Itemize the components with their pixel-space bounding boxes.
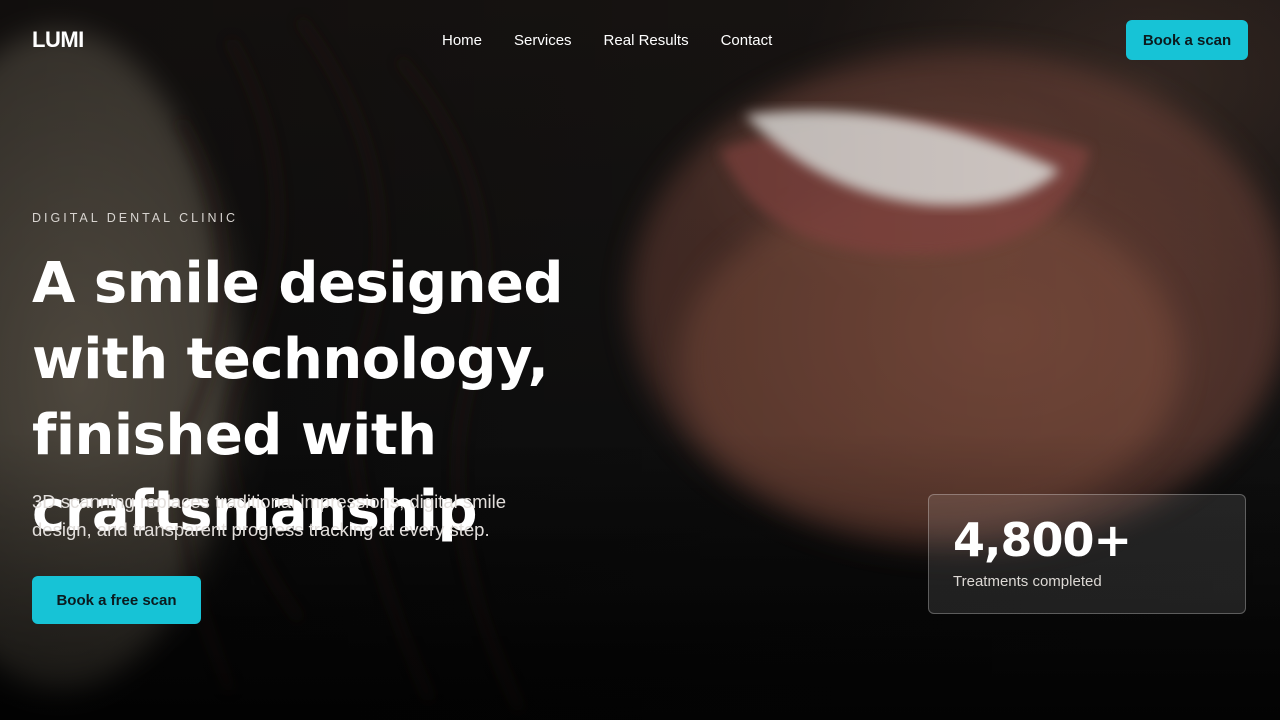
stat-label: Treatments completed — [953, 573, 1102, 590]
nav-link-services[interactable]: Services — [514, 32, 572, 49]
nav-links: Home Services Real Results Contact — [442, 32, 772, 49]
stat-value: 4,800+ — [953, 513, 1132, 567]
hero-subtitle: 3D scanning replaces traditional impress… — [32, 491, 507, 540]
top-navigation: LUMI Home Services Real Results Contact … — [32, 20, 1248, 60]
nav-link-contact[interactable]: Contact — [721, 32, 773, 49]
logo[interactable]: LUMI — [32, 27, 152, 53]
book-free-scan-button[interactable]: Book a free scan — [32, 576, 201, 624]
book-scan-button[interactable]: Book a scan — [1126, 20, 1248, 60]
nav-link-real-results[interactable]: Real Results — [604, 32, 689, 49]
hero-eyebrow: DIGITAL DENTAL CLINIC — [32, 211, 239, 225]
stat-card: 4,800+ Treatments completed — [928, 494, 1246, 614]
hero-section: LUMI Home Services Real Results Contact … — [0, 0, 1280, 720]
nav-link-home[interactable]: Home — [442, 32, 482, 49]
